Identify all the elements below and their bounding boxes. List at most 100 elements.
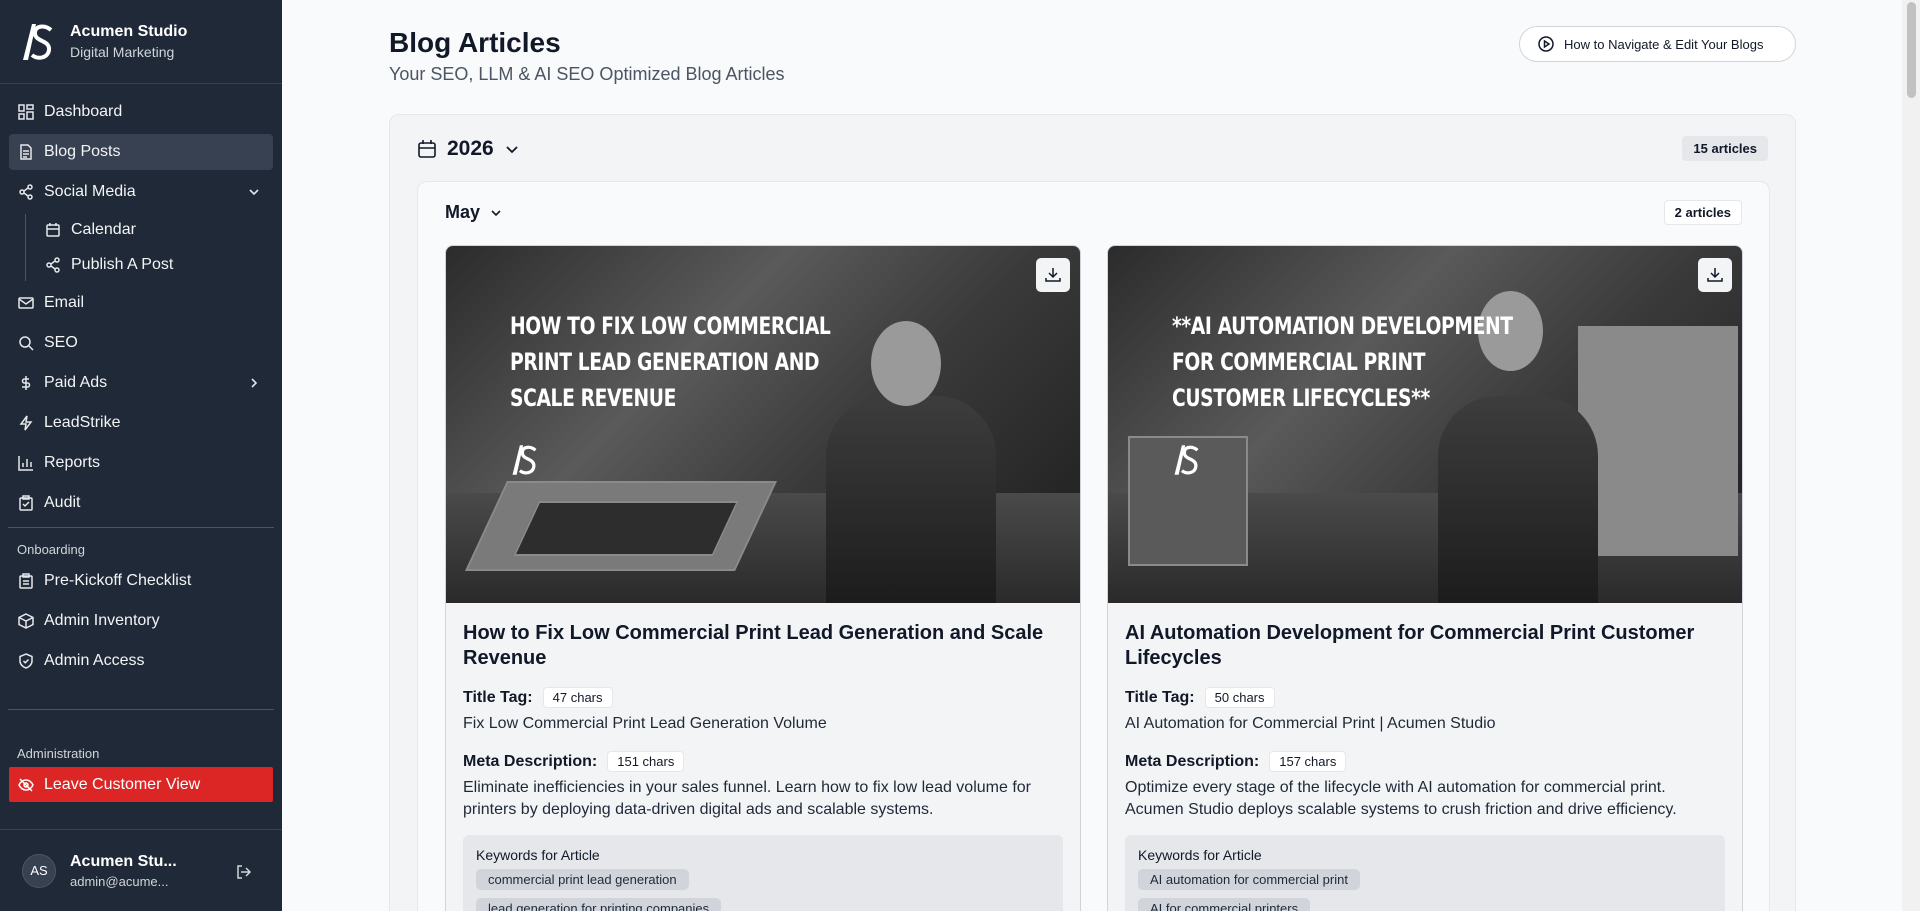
image-overlay-title: HOW TO FIX LOW COMMERCIAL PRINT LEAD GEN… [510,312,831,412]
download-icon [1707,268,1723,282]
meta-char-count: 151 chars [607,751,685,772]
brand[interactable]: Acumen Studio Digital Marketing [0,0,282,84]
main-content: Blog Articles Your SEO, LLM & AI SEO Opt… [282,0,1920,911]
nav-item-audit[interactable]: Audit [9,485,273,521]
meta-description-label: Meta Description: [463,752,598,770]
dollar-icon [18,375,34,391]
year-label: 2026 [447,137,494,160]
keywords-box: Keywords for Article AI automation for c… [1125,835,1725,911]
chevron-right-icon [251,378,258,388]
article-title[interactable]: How to Fix Low Commercial Print Lead Gen… [463,621,1063,671]
year-group: 2026 15 articles May 2 articles HOW TO F… [389,114,1796,911]
as-logo-icon [512,445,537,475]
clipboard-icon [18,573,34,589]
nav-item-social-media[interactable]: Social Media [9,174,273,210]
nav-label: Publish A Post [71,256,174,273]
nav-label: Reports [44,454,101,471]
help-navigate-button[interactable]: How to Navigate & Edit Your Blogs [1519,26,1796,62]
page-scrollbar[interactable] [1902,0,1920,911]
image-person [826,396,996,603]
sidebar: Acumen Studio Digital Marketing Dashboar… [0,0,282,911]
image-person-head [871,321,941,406]
nav-label: Paid Ads [44,374,108,391]
article-title[interactable]: AI Automation Development for Commercial… [1125,621,1725,671]
nav-item-admin-access[interactable]: Admin Access [9,643,273,679]
download-button[interactable] [1036,258,1070,292]
nav-item-leadstrike[interactable]: LeadStrike [9,405,273,441]
download-icon [1045,268,1061,282]
image-machine [1578,326,1738,556]
nav-label: LeadStrike [44,414,121,431]
user-profile: AS Acumen Stu... admin@acume... [0,829,282,911]
keyword-chip: AI for commercial printers [1138,898,1311,911]
nav-item-seo[interactable]: SEO [9,325,273,361]
month-group: May 2 articles HOW TO FIX LOW COMMERCIAL… [417,181,1770,911]
shield-check-icon [18,653,34,669]
article-image[interactable]: **AI AUTOMATION DEVELOPMENT FOR COMMERCI… [1108,246,1742,603]
mail-icon [18,295,34,311]
keyword-chip: lead generation for printing companies [476,898,722,911]
download-button[interactable] [1698,258,1732,292]
image-person [1438,396,1598,603]
month-article-count: 2 articles [1663,200,1742,225]
nav-item-pre-kickoff-checklist[interactable]: Pre-Kickoff Checklist [9,563,273,599]
section-label-onboarding: Onboarding [17,542,85,557]
leave-customer-view-button[interactable]: Leave Customer View [9,767,273,802]
year-toggle[interactable]: 2026 [417,137,520,161]
nav-label: Audit [44,494,81,511]
main-nav: Dashboard Blog Posts Social Media Calend… [0,84,282,521]
nav-item-email[interactable]: Email [9,285,273,321]
keywords-label: Keywords for Article [476,847,600,863]
nav-item-blog-posts[interactable]: Blog Posts [9,134,273,170]
brand-name: Acumen Studio [70,23,188,40]
title-tag-label: Title Tag: [1125,688,1195,706]
month-toggle[interactable]: May [445,202,503,223]
page-title: Blog Articles [389,27,561,58]
scrollbar-thumb[interactable] [1907,2,1916,98]
user-name: Acumen Stu... [70,852,177,870]
keyword-chip: commercial print lead generation [476,869,689,890]
package-icon [18,613,34,629]
title-tag-label: Title Tag: [463,688,533,706]
user-email: admin@acume... [70,873,169,889]
nav-item-reports[interactable]: Reports [9,445,273,481]
brand-subtitle: Digital Marketing [70,44,175,60]
keyword-chip: AI automation for commercial print [1138,869,1360,890]
leave-customer-view-label: Leave Customer View [44,775,201,793]
nav-item-admin-inventory[interactable]: Admin Inventory [9,603,273,639]
logout-icon[interactable] [236,864,252,880]
title-tag-char-count: 50 chars [1204,687,1275,708]
image-screen [513,501,739,556]
calendar-icon [45,222,61,238]
nav-item-publish-post[interactable]: Publish A Post [36,249,273,281]
image-overlay-title: **AI AUTOMATION DEVELOPMENT FOR COMMERCI… [1172,312,1513,412]
bar-chart-icon [18,455,34,471]
title-tag-value: Fix Low Commercial Print Lead Generation… [463,715,827,732]
zap-icon [18,415,34,431]
calendar-icon [418,140,436,158]
meta-description-value: Eliminate inefficiencies in your sales f… [463,779,1031,818]
article-card[interactable]: **AI AUTOMATION DEVELOPMENT FOR COMMERCI… [1107,245,1743,911]
social-media-subnav: Calendar Publish A Post [25,214,273,281]
nav-label: Admin Inventory [44,612,160,629]
nav-item-dashboard[interactable]: Dashboard [9,94,273,130]
meta-description-label: Meta Description: [1125,752,1260,770]
nav-item-calendar[interactable]: Calendar [36,214,273,246]
help-button-label: How to Navigate & Edit Your Blogs [1564,36,1764,52]
meta-description-value: Optimize every stage of the lifecycle wi… [1125,779,1677,818]
nav-label: Dashboard [44,103,123,120]
brand-logo-icon [20,20,54,64]
avatar[interactable]: AS [22,853,56,888]
as-logo-icon [1174,445,1199,475]
nav-label: Blog Posts [44,143,121,160]
chevron-down-icon [249,189,259,196]
play-circle-icon [1538,36,1554,52]
article-image[interactable]: HOW TO FIX LOW COMMERCIAL PRINT LEAD GEN… [446,246,1080,603]
clipboard-check-icon [18,495,34,511]
file-text-icon [18,144,34,160]
nav-item-paid-ads[interactable]: Paid Ads [9,365,273,401]
year-article-count: 15 articles [1682,136,1768,161]
article-card[interactable]: HOW TO FIX LOW COMMERCIAL PRINT LEAD GEN… [445,245,1081,911]
nav-label: Email [44,294,85,311]
nav-label: Calendar [71,221,136,238]
